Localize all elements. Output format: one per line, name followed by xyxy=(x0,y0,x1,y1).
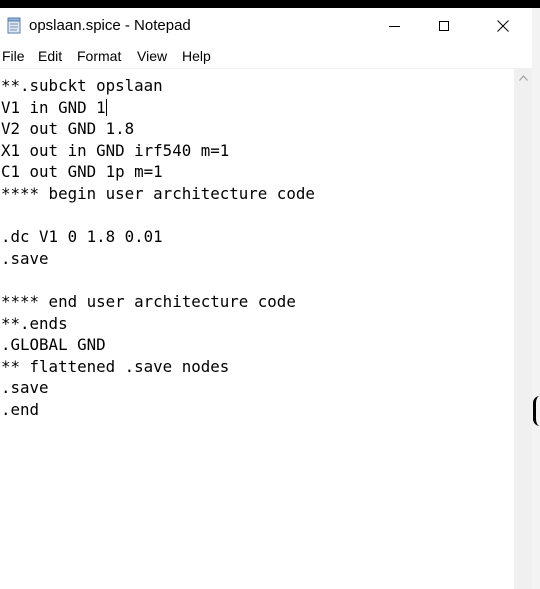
code-line: .dc V1 0 1.8 0.01 xyxy=(1,227,163,247)
notepad-icon xyxy=(7,17,21,34)
maximize-button[interactable] xyxy=(421,8,467,44)
code-line: **.ends xyxy=(1,313,68,333)
code-line: **.subckt opslaan xyxy=(1,76,163,95)
chevron-up-icon xyxy=(518,75,528,81)
code-line: .save xyxy=(1,378,49,398)
editor-area: **.subckt opslaan V1 in GND 1 V2 out GND… xyxy=(0,68,532,589)
close-icon xyxy=(497,20,509,32)
vertical-scrollbar[interactable] xyxy=(514,69,532,589)
close-button[interactable] xyxy=(480,8,526,44)
menu-format[interactable]: Format xyxy=(77,47,121,65)
code-line: V1 in GND 1 xyxy=(0,97,512,119)
maximize-icon xyxy=(439,21,449,31)
scroll-up-button[interactable] xyxy=(514,69,532,87)
code-line: **** end user architecture code xyxy=(1,291,296,311)
title-bar[interactable]: opslaan.spice - Notepad xyxy=(0,8,532,44)
notepad-window: opslaan.spice - Notepad File Edit Format… xyxy=(0,8,532,589)
menu-file[interactable]: File xyxy=(2,47,25,65)
background-partial-shape xyxy=(533,396,540,426)
menu-help[interactable]: Help xyxy=(182,47,211,65)
top-edge-strip xyxy=(0,0,540,8)
code-line: C1 out GND 1p m=1 xyxy=(1,162,163,182)
minimize-button[interactable] xyxy=(371,8,417,44)
menu-view[interactable]: View xyxy=(137,47,167,65)
menu-bar: File Edit Format View Help xyxy=(0,46,532,66)
code-line: **** begin user architecture code xyxy=(1,183,315,203)
text-editor[interactable]: **.subckt opslaan V1 in GND 1 V2 out GND… xyxy=(0,69,512,589)
code-line-text: V1 in GND 1 xyxy=(1,97,106,117)
menu-edit[interactable]: Edit xyxy=(38,47,62,65)
text-caret xyxy=(105,98,107,116)
minimize-icon xyxy=(388,25,400,27)
background-edge xyxy=(532,8,540,589)
code-line: V2 out GND 1.8 xyxy=(1,119,135,139)
window-title: opslaan.spice - Notepad xyxy=(29,17,191,34)
code-line: .save xyxy=(1,248,49,268)
code-line: ** flattened .save nodes xyxy=(1,356,230,376)
code-line: .end xyxy=(1,399,40,419)
code-line: X1 out in GND irf540 m=1 xyxy=(1,140,230,160)
code-line: .GLOBAL GND xyxy=(1,335,106,355)
